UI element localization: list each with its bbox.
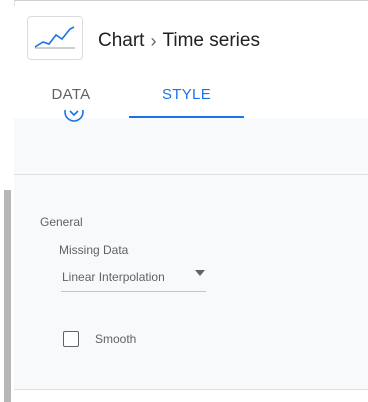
smooth-checkbox[interactable]: [63, 331, 79, 347]
time-series-chart-icon: [34, 26, 75, 49]
next-section: [14, 390, 368, 402]
missing-data-label: Missing Data: [59, 243, 129, 257]
tab-style[interactable]: STYLE: [129, 78, 244, 118]
collapsed-section: [14, 110, 368, 175]
missing-data-dropdown[interactable]: Linear Interpolation: [61, 263, 206, 292]
scrollbar[interactable]: [4, 190, 11, 402]
chevron-right-icon: ›: [150, 30, 157, 51]
dropdown-arrow-icon: [195, 270, 205, 276]
general-section: General Missing Data Linear Interpolatio…: [14, 175, 368, 390]
missing-data-value: Linear Interpolation: [62, 270, 165, 284]
breadcrumb: Chart › Time series: [98, 29, 260, 53]
breadcrumb-parent[interactable]: Chart: [98, 30, 144, 52]
section-title: General: [40, 215, 83, 229]
smooth-label: Smooth: [95, 332, 137, 346]
chart-header: Chart › Time series: [14, 6, 368, 78]
breadcrumb-current: Time series: [162, 30, 260, 51]
chart-type-selector[interactable]: [27, 16, 83, 60]
smooth-option[interactable]: Smooth: [63, 329, 136, 349]
expand-circle-icon[interactable]: [64, 110, 84, 124]
